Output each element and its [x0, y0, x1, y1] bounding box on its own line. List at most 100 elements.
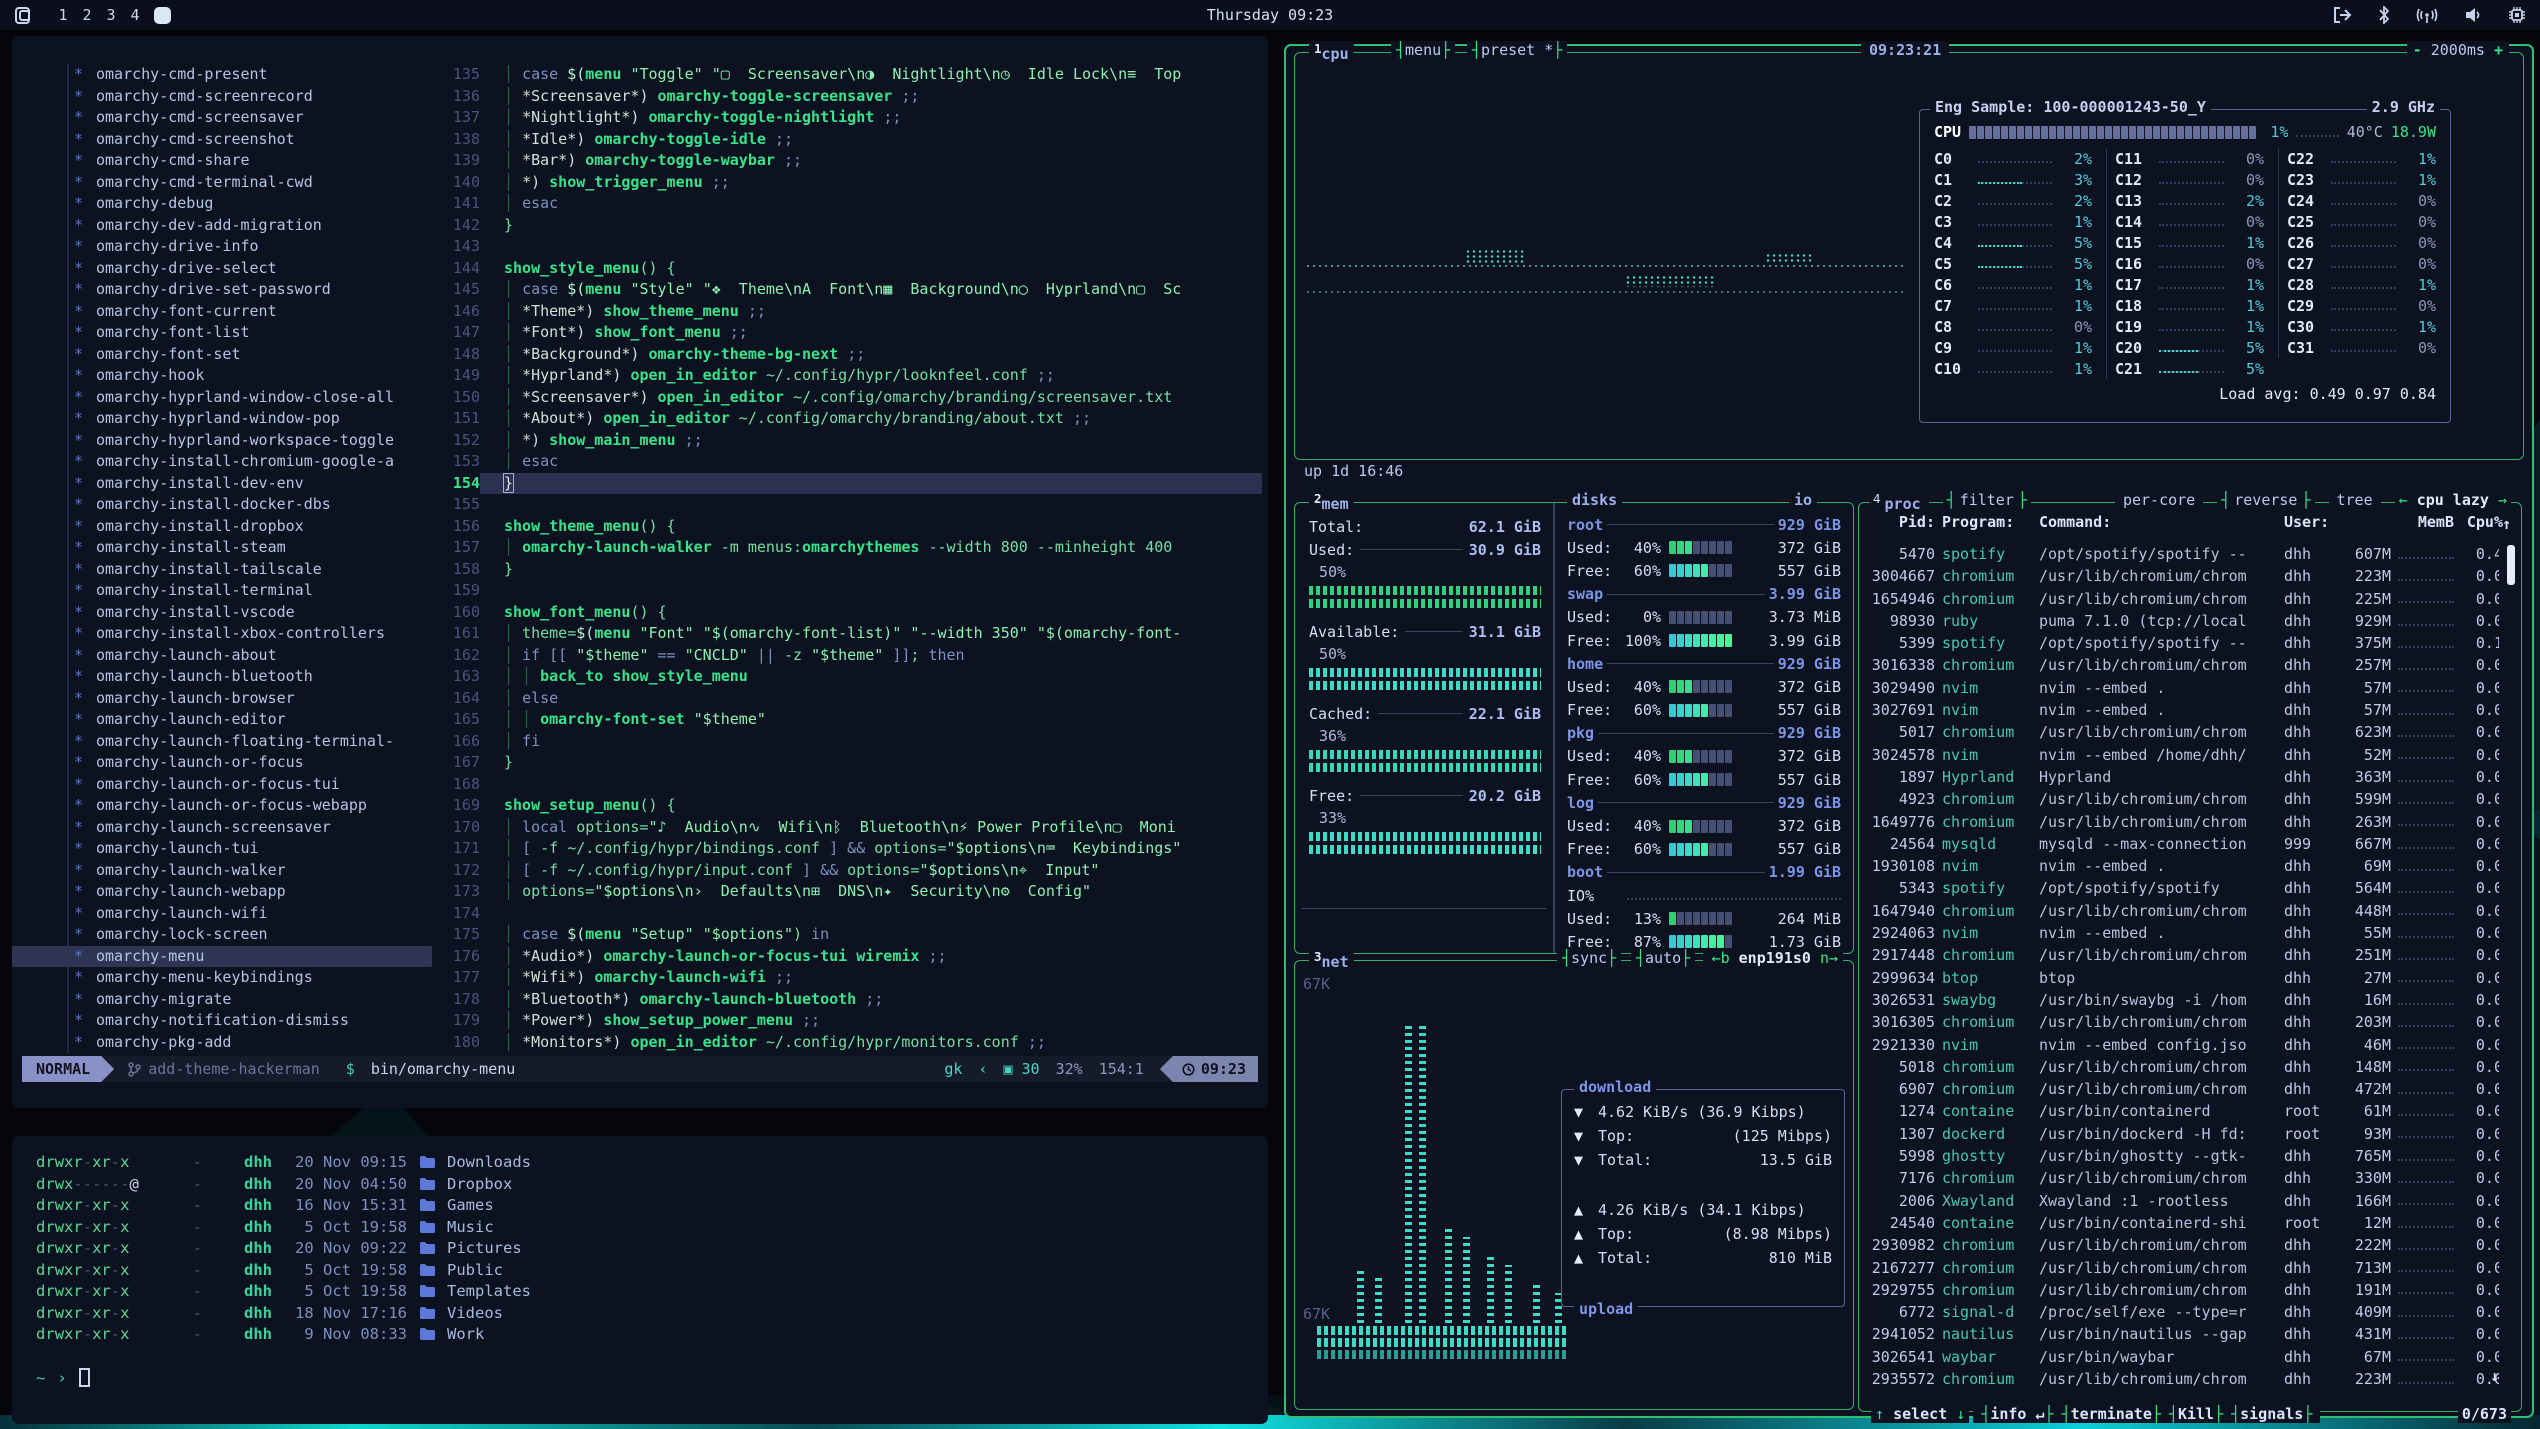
process-row[interactable]: 2999634btopbtopdhh27M0.0: [1871, 967, 2499, 989]
process-row[interactable]: 4923chromium/usr/lib/chromium/chromdhh59…: [1871, 788, 2499, 810]
volume-icon[interactable]: [2464, 6, 2482, 24]
code-line[interactable]: │ esac: [480, 193, 1262, 215]
proc-footer-button[interactable]: ┤signals├: [2227, 1405, 2316, 1423]
code-line[interactable]: show_style_menu() {: [480, 258, 1262, 280]
code-line[interactable]: │ *Hyprland*) open_in_editor ~/.config/h…: [480, 365, 1262, 387]
file-item[interactable]: *omarchy-launch-webapp: [12, 881, 432, 903]
process-row[interactable]: 6772signal-d/proc/self/exe --type=rdhh40…: [1871, 1301, 2499, 1323]
process-row[interactable]: 3004667chromium/usr/lib/chromium/chromdh…: [1871, 565, 2499, 587]
editor-buffer[interactable]: *omarchy-cmd-present135│ case $(menu "To…: [12, 64, 1262, 1053]
code-line[interactable]: show_setup_menu() {: [480, 795, 1262, 817]
code-line[interactable]: [480, 494, 1262, 516]
file-item[interactable]: *omarchy-cmd-screenrecord: [12, 86, 432, 108]
code-line[interactable]: │ *Background*) omarchy-theme-bg-next ;;: [480, 344, 1262, 366]
sort-switcher[interactable]: ← cpu lazy →: [2395, 491, 2511, 513]
file-item[interactable]: *omarchy-install-vscode: [12, 602, 432, 624]
code-line[interactable]: │ omarchy-launch-walker -m menus:omarchy…: [480, 537, 1262, 559]
file-item[interactable]: *omarchy-menu: [12, 946, 432, 968]
reverse-button[interactable]: ┤reverse├: [2217, 491, 2314, 513]
code-line[interactable]: │ esac: [480, 451, 1262, 473]
proc-footer-button[interactable]: ┤terminate├: [2058, 1405, 2165, 1423]
file-item[interactable]: *omarchy-launch-floating-terminal-: [12, 731, 432, 753]
process-row[interactable]: 5470spotify/opt/spotify/spotify --dhh607…: [1871, 543, 2499, 565]
file-item[interactable]: *omarchy-install-chromium-google-a: [12, 451, 432, 473]
process-row[interactable]: 5018chromium/usr/lib/chromium/chromdhh14…: [1871, 1056, 2499, 1078]
proc-panel-label[interactable]: 4proc: [1869, 491, 1929, 513]
file-item[interactable]: *omarchy-pkg-add: [12, 1032, 432, 1054]
file-item[interactable]: *omarchy-launch-about: [12, 645, 432, 667]
file-item[interactable]: *omarchy-install-dropbox: [12, 516, 432, 538]
code-line[interactable]: [480, 236, 1262, 258]
file-item[interactable]: *omarchy-launch-or-focus-webapp: [12, 795, 432, 817]
process-row[interactable]: 2917448chromium/usr/lib/chromium/chromdh…: [1871, 944, 2499, 966]
process-row[interactable]: 1274containe/usr/bin/containerdroot61M0.…: [1871, 1100, 2499, 1122]
code-line[interactable]: │ fi: [480, 731, 1262, 753]
process-row[interactable]: 2921330nvimnvim --embed config.jsodhh46M…: [1871, 1034, 2499, 1056]
chip-icon[interactable]: [2508, 6, 2526, 24]
file-item[interactable]: *omarchy-install-tailscale: [12, 559, 432, 581]
proc-scrollbar[interactable]: [2507, 545, 2515, 585]
file-item[interactable]: *omarchy-cmd-screensaver: [12, 107, 432, 129]
process-row[interactable]: 98930rubypuma 7.1.0 (tcp://localdhh929M0…: [1871, 610, 2499, 632]
process-row[interactable]: 3026531swaybg/usr/bin/swaybg -i /homdhh1…: [1871, 989, 2499, 1011]
file-item[interactable]: *omarchy-font-list: [12, 322, 432, 344]
file-item[interactable]: *omarchy-menu-keybindings: [12, 967, 432, 989]
file-item[interactable]: *omarchy-install-dev-env: [12, 473, 432, 495]
file-item[interactable]: *omarchy-install-steam: [12, 537, 432, 559]
code-line[interactable]: │ *Bar*) omarchy-toggle-waybar ;;: [480, 150, 1262, 172]
code-line[interactable]: │ [ -f ~/.config/hypr/input.conf ] && op…: [480, 860, 1262, 882]
tree-button[interactable]: tree: [2329, 491, 2381, 513]
preset-button[interactable]: ┤preset *├: [1467, 41, 1567, 59]
file-item[interactable]: *omarchy-cmd-screenshot: [12, 129, 432, 151]
process-row[interactable]: 1307dockerd/usr/bin/dockerd -H fd:root93…: [1871, 1123, 2499, 1145]
code-line[interactable]: }: [480, 215, 1262, 237]
file-item[interactable]: *omarchy-hyprland-workspace-toggle: [12, 430, 432, 452]
code-line[interactable]: │ *Nightlight*) omarchy-toggle-nightligh…: [480, 107, 1262, 129]
code-line[interactable]: │ case $(menu "Setup" "$options") in: [480, 924, 1262, 946]
file-item[interactable]: *omarchy-drive-info: [12, 236, 432, 258]
process-table[interactable]: 5470spotify/opt/spotify/spotify --dhh607…: [1871, 543, 2499, 1387]
file-item[interactable]: *omarchy-font-current: [12, 301, 432, 323]
per-core-button[interactable]: per-core: [2115, 491, 2203, 513]
proc-footer-button[interactable]: ┤info ↵├: [1977, 1405, 2057, 1423]
code-line[interactable]: │ *Wifi*) omarchy-launch-wifi ;;: [480, 967, 1262, 989]
process-row[interactable]: 1649776chromium/usr/lib/chromium/chromdh…: [1871, 811, 2499, 833]
interface-switcher[interactable]: ←b enp191s0 n→: [1707, 949, 1843, 967]
code-line[interactable]: │ *Theme*) show_theme_menu ;;: [480, 301, 1262, 323]
auto-button[interactable]: ┤auto├: [1631, 949, 1695, 967]
process-row[interactable]: 2006XwaylandXwayland :1 -rootlessdhh166M…: [1871, 1190, 2499, 1212]
scroll-down-arrow[interactable]: ↓: [2490, 1367, 2499, 1385]
code-line[interactable]: show_theme_menu() {: [480, 516, 1262, 538]
process-row[interactable]: 3016305chromium/usr/lib/chromium/chromdh…: [1871, 1011, 2499, 1033]
code-line[interactable]: }: [480, 752, 1262, 774]
code-line[interactable]: │ *Screensaver*) open_in_editor ~/.confi…: [480, 387, 1262, 409]
update-interval[interactable]: - 2000ms +: [2407, 41, 2509, 59]
file-item[interactable]: *omarchy-lock-screen: [12, 924, 432, 946]
process-row[interactable]: 3024578nvimnvim --embed /home/dhh/dhh52M…: [1871, 744, 2499, 766]
code-line[interactable]: │ else: [480, 688, 1262, 710]
file-item[interactable]: *omarchy-cmd-share: [12, 150, 432, 172]
process-row[interactable]: 6907chromium/usr/lib/chromium/chromdhh47…: [1871, 1078, 2499, 1100]
file-item[interactable]: *omarchy-launch-or-focus-tui: [12, 774, 432, 796]
code-line[interactable]: │ options="$options\n› Defaults\n⊞ DNS\n…: [480, 881, 1262, 903]
file-item[interactable]: *omarchy-hyprland-window-pop: [12, 408, 432, 430]
process-row[interactable]: 3016338chromium/usr/lib/chromium/chromdh…: [1871, 654, 2499, 676]
file-item[interactable]: *omarchy-debug: [12, 193, 432, 215]
process-row[interactable]: 5998ghostty/usr/bin/ghostty --gtk-dhh765…: [1871, 1145, 2499, 1167]
process-row[interactable]: 2929755chromium/usr/lib/chromium/chromdh…: [1871, 1279, 2499, 1301]
file-item[interactable]: *omarchy-migrate: [12, 989, 432, 1011]
cpu-panel-label[interactable]: 1cpu: [1309, 41, 1354, 63]
file-item[interactable]: *omarchy-install-docker-dbs: [12, 494, 432, 516]
code-line[interactable]: │ *Idle*) omarchy-toggle-idle ;;: [480, 129, 1262, 151]
process-row[interactable]: 24540containe/usr/bin/containerd-shiroot…: [1871, 1212, 2499, 1234]
file-item[interactable]: *omarchy-notification-dismiss: [12, 1010, 432, 1032]
file-item[interactable]: *omarchy-launch-browser: [12, 688, 432, 710]
code-line[interactable]: │ │ omarchy-font-set "$theme": [480, 709, 1262, 731]
code-line[interactable]: │ case $(menu "Toggle" "▢ Screensaver\n◑…: [480, 64, 1262, 86]
net-panel-label[interactable]: 3net: [1309, 949, 1354, 971]
proc-footer-button[interactable]: ┤Kill├: [2165, 1405, 2227, 1423]
process-row[interactable]: 24564mysqldmysqld --max-connection999667…: [1871, 833, 2499, 855]
process-row[interactable]: 2935572chromium/usr/lib/chromium/chromdh…: [1871, 1368, 2499, 1387]
filter-button[interactable]: ┤filter├: [1943, 491, 2031, 513]
sync-button[interactable]: ┤sync├: [1557, 949, 1621, 967]
